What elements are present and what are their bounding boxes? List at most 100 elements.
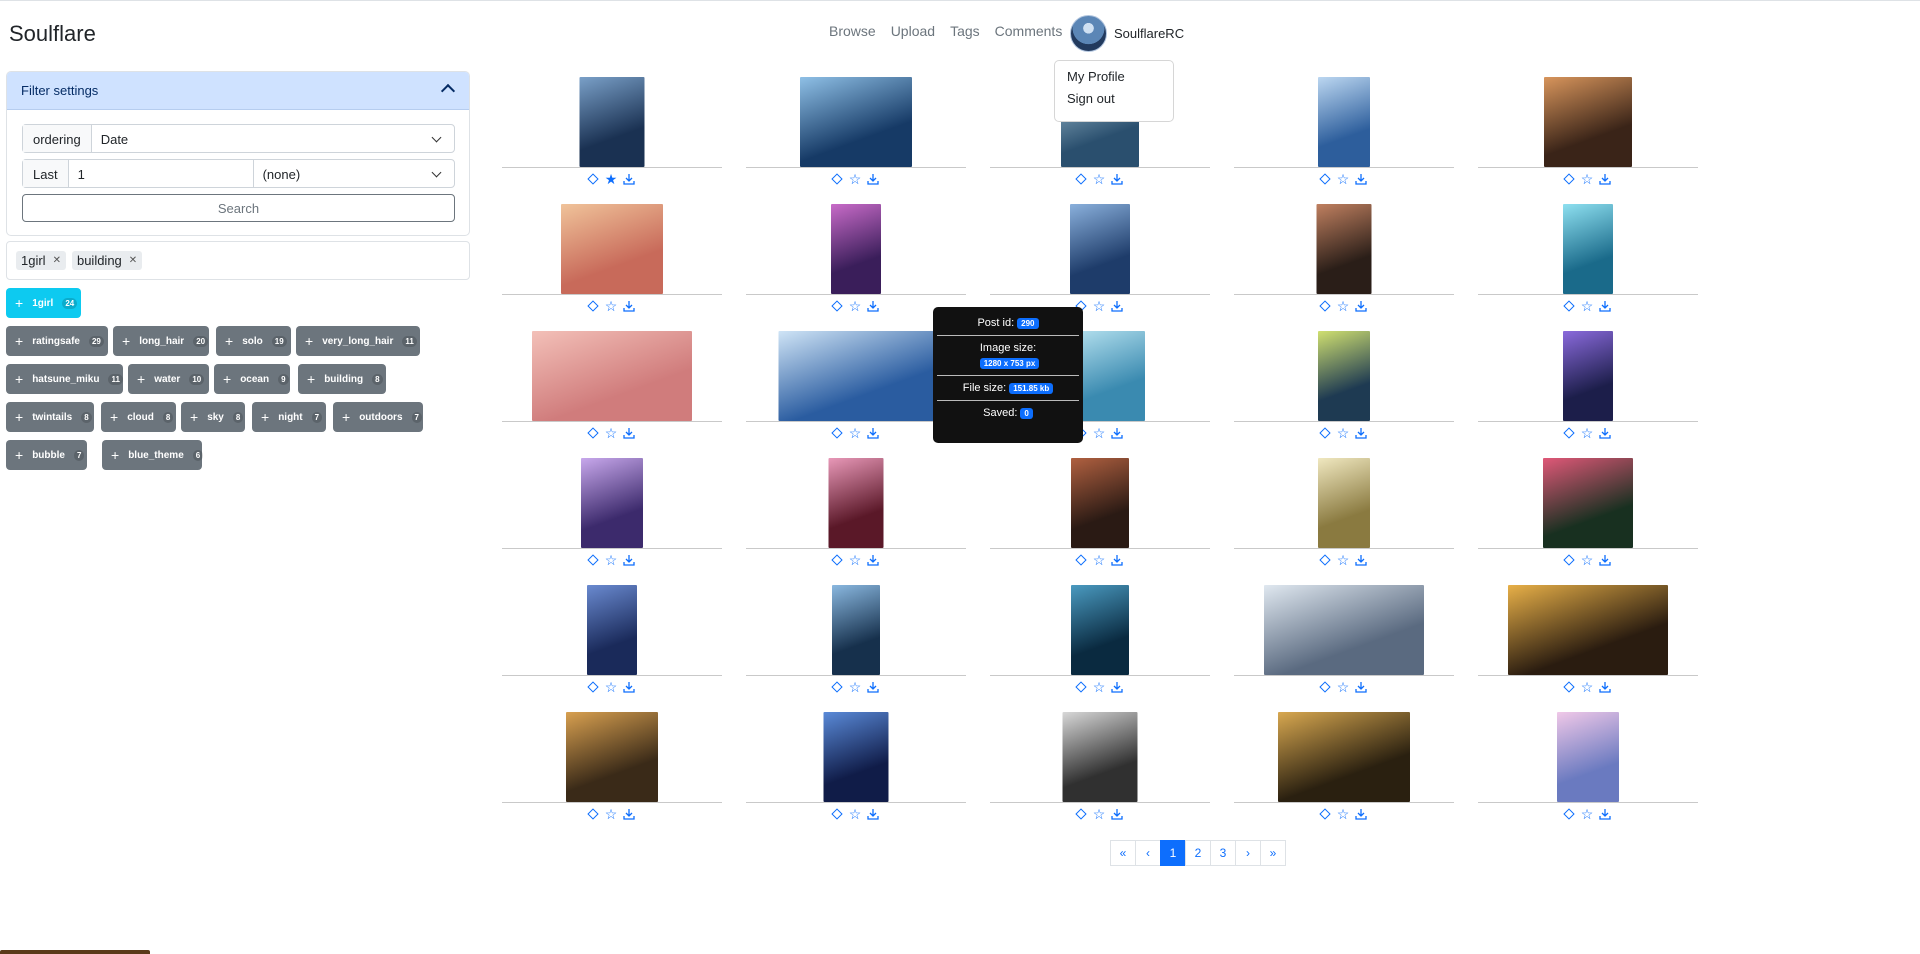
- star-icon[interactable]: ☆: [605, 552, 618, 568]
- download-icon[interactable]: [1599, 808, 1611, 820]
- diamond-icon[interactable]: [1563, 808, 1575, 820]
- post-thumbnail[interactable]: [778, 331, 934, 421]
- last-page-button[interactable]: »: [1260, 840, 1286, 866]
- star-icon[interactable]: ☆: [1093, 298, 1106, 314]
- tag-filter-button[interactable]: + sky 8: [181, 402, 245, 432]
- star-icon[interactable]: ☆: [1337, 425, 1350, 441]
- download-icon[interactable]: [623, 300, 635, 312]
- post-thumbnail[interactable]: [587, 585, 637, 675]
- star-icon[interactable]: ☆: [849, 425, 862, 441]
- last-count-input[interactable]: 1: [69, 160, 254, 187]
- tag-filter-button[interactable]: + blue_theme 6: [102, 440, 204, 470]
- post-thumbnail[interactable]: [832, 585, 880, 675]
- diamond-icon[interactable]: [587, 681, 599, 693]
- star-icon[interactable]: ☆: [1337, 552, 1350, 568]
- nav-tags-link[interactable]: Tags: [950, 23, 980, 39]
- diamond-icon[interactable]: [587, 427, 599, 439]
- remove-tag-icon[interactable]: ✕: [129, 255, 137, 266]
- download-icon[interactable]: [623, 681, 635, 693]
- star-icon[interactable]: ☆: [1093, 171, 1106, 187]
- star-icon[interactable]: ☆: [1337, 298, 1350, 314]
- post-thumbnail[interactable]: [1557, 712, 1619, 802]
- username-toggle[interactable]: SoulflareRC: [1114, 26, 1184, 41]
- my-profile-item[interactable]: My Profile: [1067, 69, 1161, 84]
- prev-page-button[interactable]: ‹: [1135, 840, 1161, 866]
- star-icon[interactable]: ☆: [1093, 806, 1106, 822]
- star-icon[interactable]: ☆: [1337, 806, 1350, 822]
- tag-filter-button[interactable]: + outdoors 7: [333, 402, 423, 432]
- post-thumbnail[interactable]: [823, 712, 889, 802]
- diamond-icon[interactable]: [831, 681, 843, 693]
- diamond-icon[interactable]: [831, 808, 843, 820]
- download-icon[interactable]: [1355, 554, 1367, 566]
- download-icon[interactable]: [867, 808, 879, 820]
- download-icon[interactable]: [1111, 808, 1123, 820]
- star-icon[interactable]: ☆: [849, 171, 862, 187]
- page-1-button[interactable]: 1: [1160, 840, 1186, 866]
- post-thumbnail[interactable]: [1071, 585, 1129, 675]
- star-icon[interactable]: ☆: [1581, 679, 1594, 695]
- post-thumbnail[interactable]: [579, 77, 645, 167]
- post-thumbnail[interactable]: [1544, 77, 1632, 167]
- page-3-button[interactable]: 3: [1210, 840, 1236, 866]
- tag-filter-button[interactable]: + bubble 7: [6, 440, 87, 470]
- page-2-button[interactable]: 2: [1185, 840, 1211, 866]
- star-icon[interactable]: ☆: [849, 298, 862, 314]
- post-thumbnail[interactable]: [1070, 204, 1130, 294]
- diamond-icon[interactable]: [1563, 681, 1575, 693]
- post-thumbnail[interactable]: [828, 458, 884, 548]
- first-page-button[interactable]: «: [1110, 840, 1136, 866]
- sign-out-item[interactable]: Sign out: [1067, 91, 1161, 106]
- tag-filter-button[interactable]: + solo 19: [216, 326, 291, 356]
- diamond-icon[interactable]: [831, 427, 843, 439]
- download-icon[interactable]: [1355, 808, 1367, 820]
- tag-filter-button[interactable]: +1girl 24: [6, 288, 81, 318]
- next-page-button[interactable]: ›: [1235, 840, 1261, 866]
- download-icon[interactable]: [1355, 681, 1367, 693]
- download-icon[interactable]: [1599, 300, 1611, 312]
- download-icon[interactable]: [1599, 681, 1611, 693]
- star-icon[interactable]: ☆: [1093, 425, 1106, 441]
- diamond-icon[interactable]: [587, 173, 599, 185]
- diamond-icon[interactable]: [1319, 808, 1331, 820]
- tag-filter-button[interactable]: + cloud 8: [101, 402, 176, 432]
- star-icon[interactable]: ☆: [1581, 552, 1594, 568]
- user-avatar[interactable]: [1070, 15, 1107, 52]
- diamond-icon[interactable]: [831, 173, 843, 185]
- nav-browse-link[interactable]: Browse: [829, 23, 876, 39]
- diamond-icon[interactable]: [1319, 173, 1331, 185]
- star-icon[interactable]: ☆: [1581, 298, 1594, 314]
- post-thumbnail[interactable]: [581, 458, 643, 548]
- diamond-icon[interactable]: [1563, 300, 1575, 312]
- post-thumbnail[interactable]: [1278, 712, 1410, 802]
- download-icon[interactable]: [623, 554, 635, 566]
- tag-filter-button[interactable]: + building 8: [298, 364, 386, 394]
- diamond-icon[interactable]: [1319, 681, 1331, 693]
- diamond-icon[interactable]: [1563, 427, 1575, 439]
- star-icon[interactable]: ☆: [1337, 171, 1350, 187]
- tag-filter-button[interactable]: + twintails 8: [6, 402, 94, 432]
- diamond-icon[interactable]: [587, 554, 599, 566]
- diamond-icon[interactable]: [831, 554, 843, 566]
- diamond-icon[interactable]: [1075, 173, 1087, 185]
- diamond-icon[interactable]: [1319, 554, 1331, 566]
- star-icon[interactable]: ☆: [1093, 679, 1106, 695]
- star-icon[interactable]: ☆: [1337, 679, 1350, 695]
- download-icon[interactable]: [1599, 427, 1611, 439]
- download-icon[interactable]: [1355, 300, 1367, 312]
- diamond-icon[interactable]: [1319, 300, 1331, 312]
- diamond-icon[interactable]: [1075, 554, 1087, 566]
- nav-upload-link[interactable]: Upload: [891, 23, 935, 39]
- download-icon[interactable]: [867, 300, 879, 312]
- nav-comments-link[interactable]: Comments: [995, 23, 1063, 39]
- star-icon[interactable]: ☆: [849, 552, 862, 568]
- diamond-icon[interactable]: [1075, 681, 1087, 693]
- tag-filter-button[interactable]: + ocean 9: [214, 364, 290, 394]
- tag-filter-button[interactable]: + night 7: [252, 402, 326, 432]
- download-icon[interactable]: [1599, 554, 1611, 566]
- diamond-icon[interactable]: [831, 300, 843, 312]
- star-icon[interactable]: ☆: [1093, 552, 1106, 568]
- download-icon[interactable]: [1355, 173, 1367, 185]
- post-thumbnail[interactable]: [1316, 204, 1372, 294]
- download-icon[interactable]: [1111, 427, 1123, 439]
